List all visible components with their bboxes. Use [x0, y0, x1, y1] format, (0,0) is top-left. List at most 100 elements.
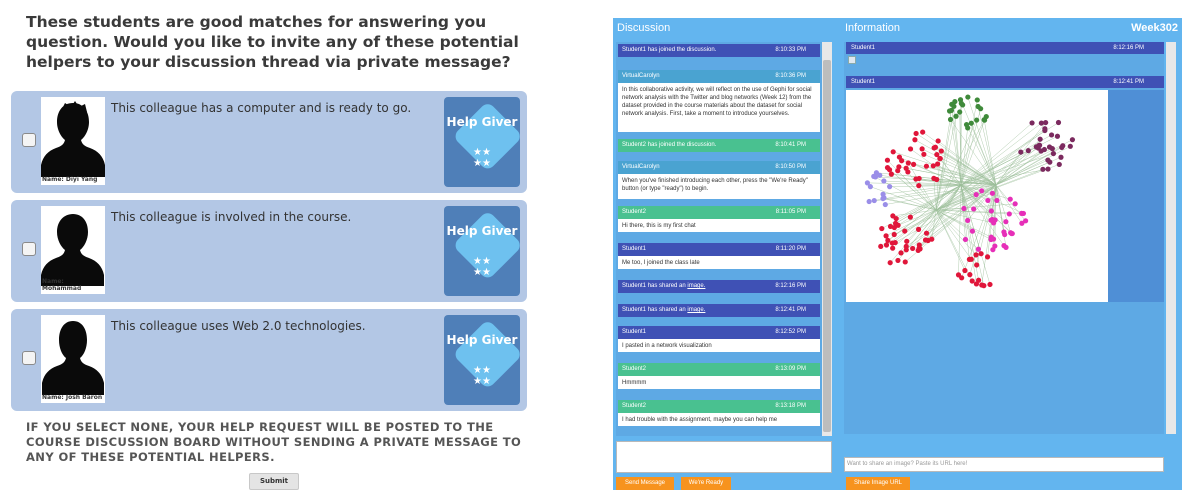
graph-node [887, 184, 893, 190]
diamond-icon [455, 322, 520, 387]
chat-scrollbar[interactable] [822, 42, 832, 436]
were-ready-button[interactable]: We're Ready [681, 477, 731, 490]
image-url-input[interactable]: Want to share an image? Paste its URL he… [844, 457, 1164, 472]
graph-node [891, 231, 897, 238]
graph-node [916, 175, 922, 182]
broken-image-icon [848, 56, 856, 64]
information-panel: Student1 8:12:16 PM Student1 8:12:41 PM [844, 42, 1164, 434]
graph-node [968, 120, 974, 126]
graph-node [1058, 154, 1064, 160]
graph-node [880, 195, 886, 202]
star-rating-icon: ★★ ★★ [473, 147, 491, 169]
graph-node [1045, 166, 1051, 172]
chat-message: Student1 8:12:52 PM I pasted in a network… [618, 326, 820, 352]
graph-node [965, 217, 971, 224]
candidate-checkbox[interactable] [22, 242, 36, 256]
graph-node [884, 157, 891, 163]
message-header: Student1 8:12:52 PM [618, 326, 820, 339]
diamond-icon [455, 104, 520, 169]
message-body: I had trouble with the assignment, maybe… [622, 417, 778, 423]
graph-node [984, 254, 991, 260]
candidate-checkbox[interactable] [22, 351, 36, 365]
chat-message-list[interactable]: Student1 has joined the discussion. 8:10:… [616, 42, 822, 436]
message-header: Student1 has shared an image. 8:12:41 PM [618, 304, 820, 317]
image-link[interactable]: image. [687, 307, 705, 313]
person-silhouette-icon [41, 101, 105, 177]
graph-node [967, 271, 973, 278]
graph-node [969, 278, 975, 284]
help-giver-badge[interactable]: Help Giver ★★ ★★ [444, 315, 520, 405]
message-header: Student2 8:13:09 PM [618, 363, 820, 376]
message-body: I pasted in a network visualization [622, 343, 712, 349]
message-body: Hi there, this is my first chat [622, 223, 696, 229]
chat-message: Student1 8:11:20 PM Me too, I joined the … [618, 243, 820, 269]
help-giver-badge[interactable]: Help Giver ★★ ★★ [444, 206, 520, 296]
submit-button[interactable]: Submit [249, 473, 299, 490]
chat-message: Student1 has shared an image. 8:12:16 PM [618, 280, 820, 293]
graph-node [904, 238, 910, 244]
graph-node [934, 151, 940, 158]
graph-node [1041, 146, 1047, 153]
graph-node [992, 243, 998, 249]
graph-node [879, 225, 885, 232]
invitation-question: These students are good matches for answ… [26, 13, 519, 71]
message-header: Student2 has joined the discussion. 8:10:… [618, 139, 820, 152]
graph-node [1001, 243, 1007, 249]
send-message-button[interactable]: Send Message [616, 477, 674, 490]
graph-node [952, 98, 958, 105]
graph-node [1020, 210, 1027, 217]
graph-node [1038, 120, 1044, 126]
candidate-checkbox[interactable] [22, 133, 36, 147]
avatar: Name: Mohammad [41, 206, 105, 294]
graph-node [912, 137, 918, 143]
graph-node [962, 267, 968, 274]
graph-node [915, 226, 922, 232]
info-item-header: Student1 8:12:41 PM [846, 76, 1164, 88]
graph-node [919, 146, 925, 152]
candidate-name: Name: Josh Baron [42, 394, 103, 401]
chat-message: VirtualCarolyn 8:10:50 PM When you've fin… [618, 161, 820, 199]
graph-node [895, 222, 901, 228]
candidate-card: Name: Josh Baron This colleague uses Web… [11, 309, 527, 411]
graph-node [975, 277, 982, 283]
info-scrollbar[interactable] [1166, 42, 1176, 434]
person-silhouette-icon [42, 321, 104, 395]
message-input[interactable] [616, 441, 832, 473]
candidate-card: Name: Diyi Yang This colleague has a com… [11, 91, 527, 193]
graph-node [957, 109, 963, 115]
graph-node [1069, 137, 1076, 143]
network-graph [864, 94, 1076, 289]
graph-node [902, 228, 908, 234]
graph-node [907, 214, 913, 220]
graph-node [887, 260, 893, 266]
graph-node [923, 230, 930, 236]
graph-node [929, 236, 935, 242]
chat-message: Student1 has joined the discussion. 8:10:… [618, 44, 820, 57]
graph-node [975, 103, 981, 110]
graph-node [883, 242, 890, 248]
graph-node [889, 240, 895, 246]
graph-node [910, 245, 916, 252]
chat-message: Student2 8:13:09 PM Hmmmm [618, 363, 820, 389]
network-visualization-image [846, 90, 1108, 302]
graph-node [895, 257, 901, 264]
chat-message: VirtualCarolyn 8:10:36 PM In this collabo… [618, 70, 820, 132]
graph-node [987, 281, 993, 288]
scrollbar-thumb[interactable] [823, 60, 831, 432]
graph-node [882, 201, 888, 208]
graph-node [885, 237, 891, 244]
badge-label: Help Giver [446, 333, 518, 347]
message-header: VirtualCarolyn 8:10:50 PM [618, 161, 820, 174]
graph-node [866, 198, 872, 205]
graph-node [1049, 146, 1055, 152]
info-item-header: Student1 8:12:16 PM [846, 42, 1164, 54]
message-header: Student2 8:13:18 PM [618, 400, 820, 413]
help-giver-badge[interactable]: Help Giver ★★ ★★ [444, 97, 520, 187]
graph-node [955, 272, 962, 278]
graph-node [1003, 219, 1009, 225]
graph-node [988, 208, 995, 214]
graph-node [937, 155, 943, 162]
message-header: Student1 has joined the discussion. 8:10:… [618, 44, 820, 57]
image-link[interactable]: image. [687, 283, 705, 289]
share-image-url-button[interactable]: Share Image URL [846, 477, 910, 490]
